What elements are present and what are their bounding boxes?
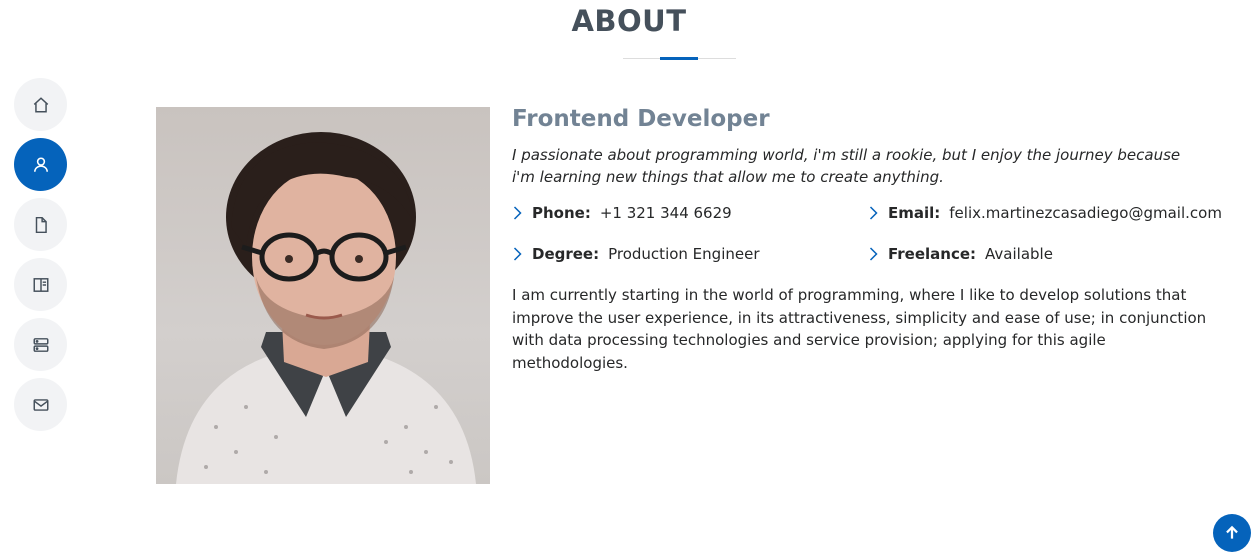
info-grid: Phone: +1 321 344 6629 Email: felix.mart… xyxy=(512,202,1222,265)
home-icon xyxy=(33,96,48,112)
section-header: ABOUT xyxy=(0,4,1258,38)
portrait-illustration xyxy=(176,132,476,484)
info-label: Degree: xyxy=(532,245,600,263)
description-text: I am currently starting in the world of … xyxy=(512,286,1207,372)
info-value: +1 321 344 6629 xyxy=(599,204,732,222)
info-label: Email: xyxy=(888,204,941,222)
about-content: Frontend Developer I passionate about pr… xyxy=(512,106,1222,374)
nav-portfolio-button[interactable] xyxy=(14,258,67,311)
person-icon xyxy=(33,156,48,172)
server-icon xyxy=(33,337,48,352)
nav-about-button[interactable] xyxy=(14,138,67,191)
info-phone: Phone: +1 321 344 6629 xyxy=(512,202,868,224)
role-heading: Frontend Developer xyxy=(512,106,770,132)
envelope-icon xyxy=(33,398,48,411)
chevron-right-icon xyxy=(869,206,878,220)
nav-home-button[interactable] xyxy=(14,78,67,131)
info-value: Production Engineer xyxy=(608,245,760,263)
info-degree: Degree: Production Engineer xyxy=(512,243,868,265)
info-value: felix.martinezcasadiego@gmail.com xyxy=(949,204,1222,222)
intro-text: I passionate about programming world, i'… xyxy=(512,146,1181,186)
info-label: Freelance: xyxy=(888,245,977,263)
sidebar-nav xyxy=(14,78,67,438)
file-icon xyxy=(35,216,47,233)
title-accent-bar xyxy=(660,57,698,60)
book-icon xyxy=(33,277,48,292)
chevron-right-icon xyxy=(513,247,522,261)
info-label: Phone: xyxy=(532,204,591,222)
chevron-right-icon xyxy=(869,247,878,261)
info-freelance: Freelance: Available xyxy=(868,243,1212,265)
arrow-up-icon xyxy=(1226,525,1238,539)
info-value: Available xyxy=(985,245,1053,263)
chevron-right-icon xyxy=(513,206,522,220)
nav-services-button[interactable] xyxy=(14,318,67,371)
info-email: Email: felix.martinezcasadiego@gmail.com xyxy=(868,202,1222,224)
back-to-top-button[interactable] xyxy=(1213,514,1251,552)
section-title: ABOUT xyxy=(571,4,687,38)
profile-photo xyxy=(156,107,490,484)
nav-contact-button[interactable] xyxy=(14,378,67,431)
nav-resume-button[interactable] xyxy=(14,198,67,251)
